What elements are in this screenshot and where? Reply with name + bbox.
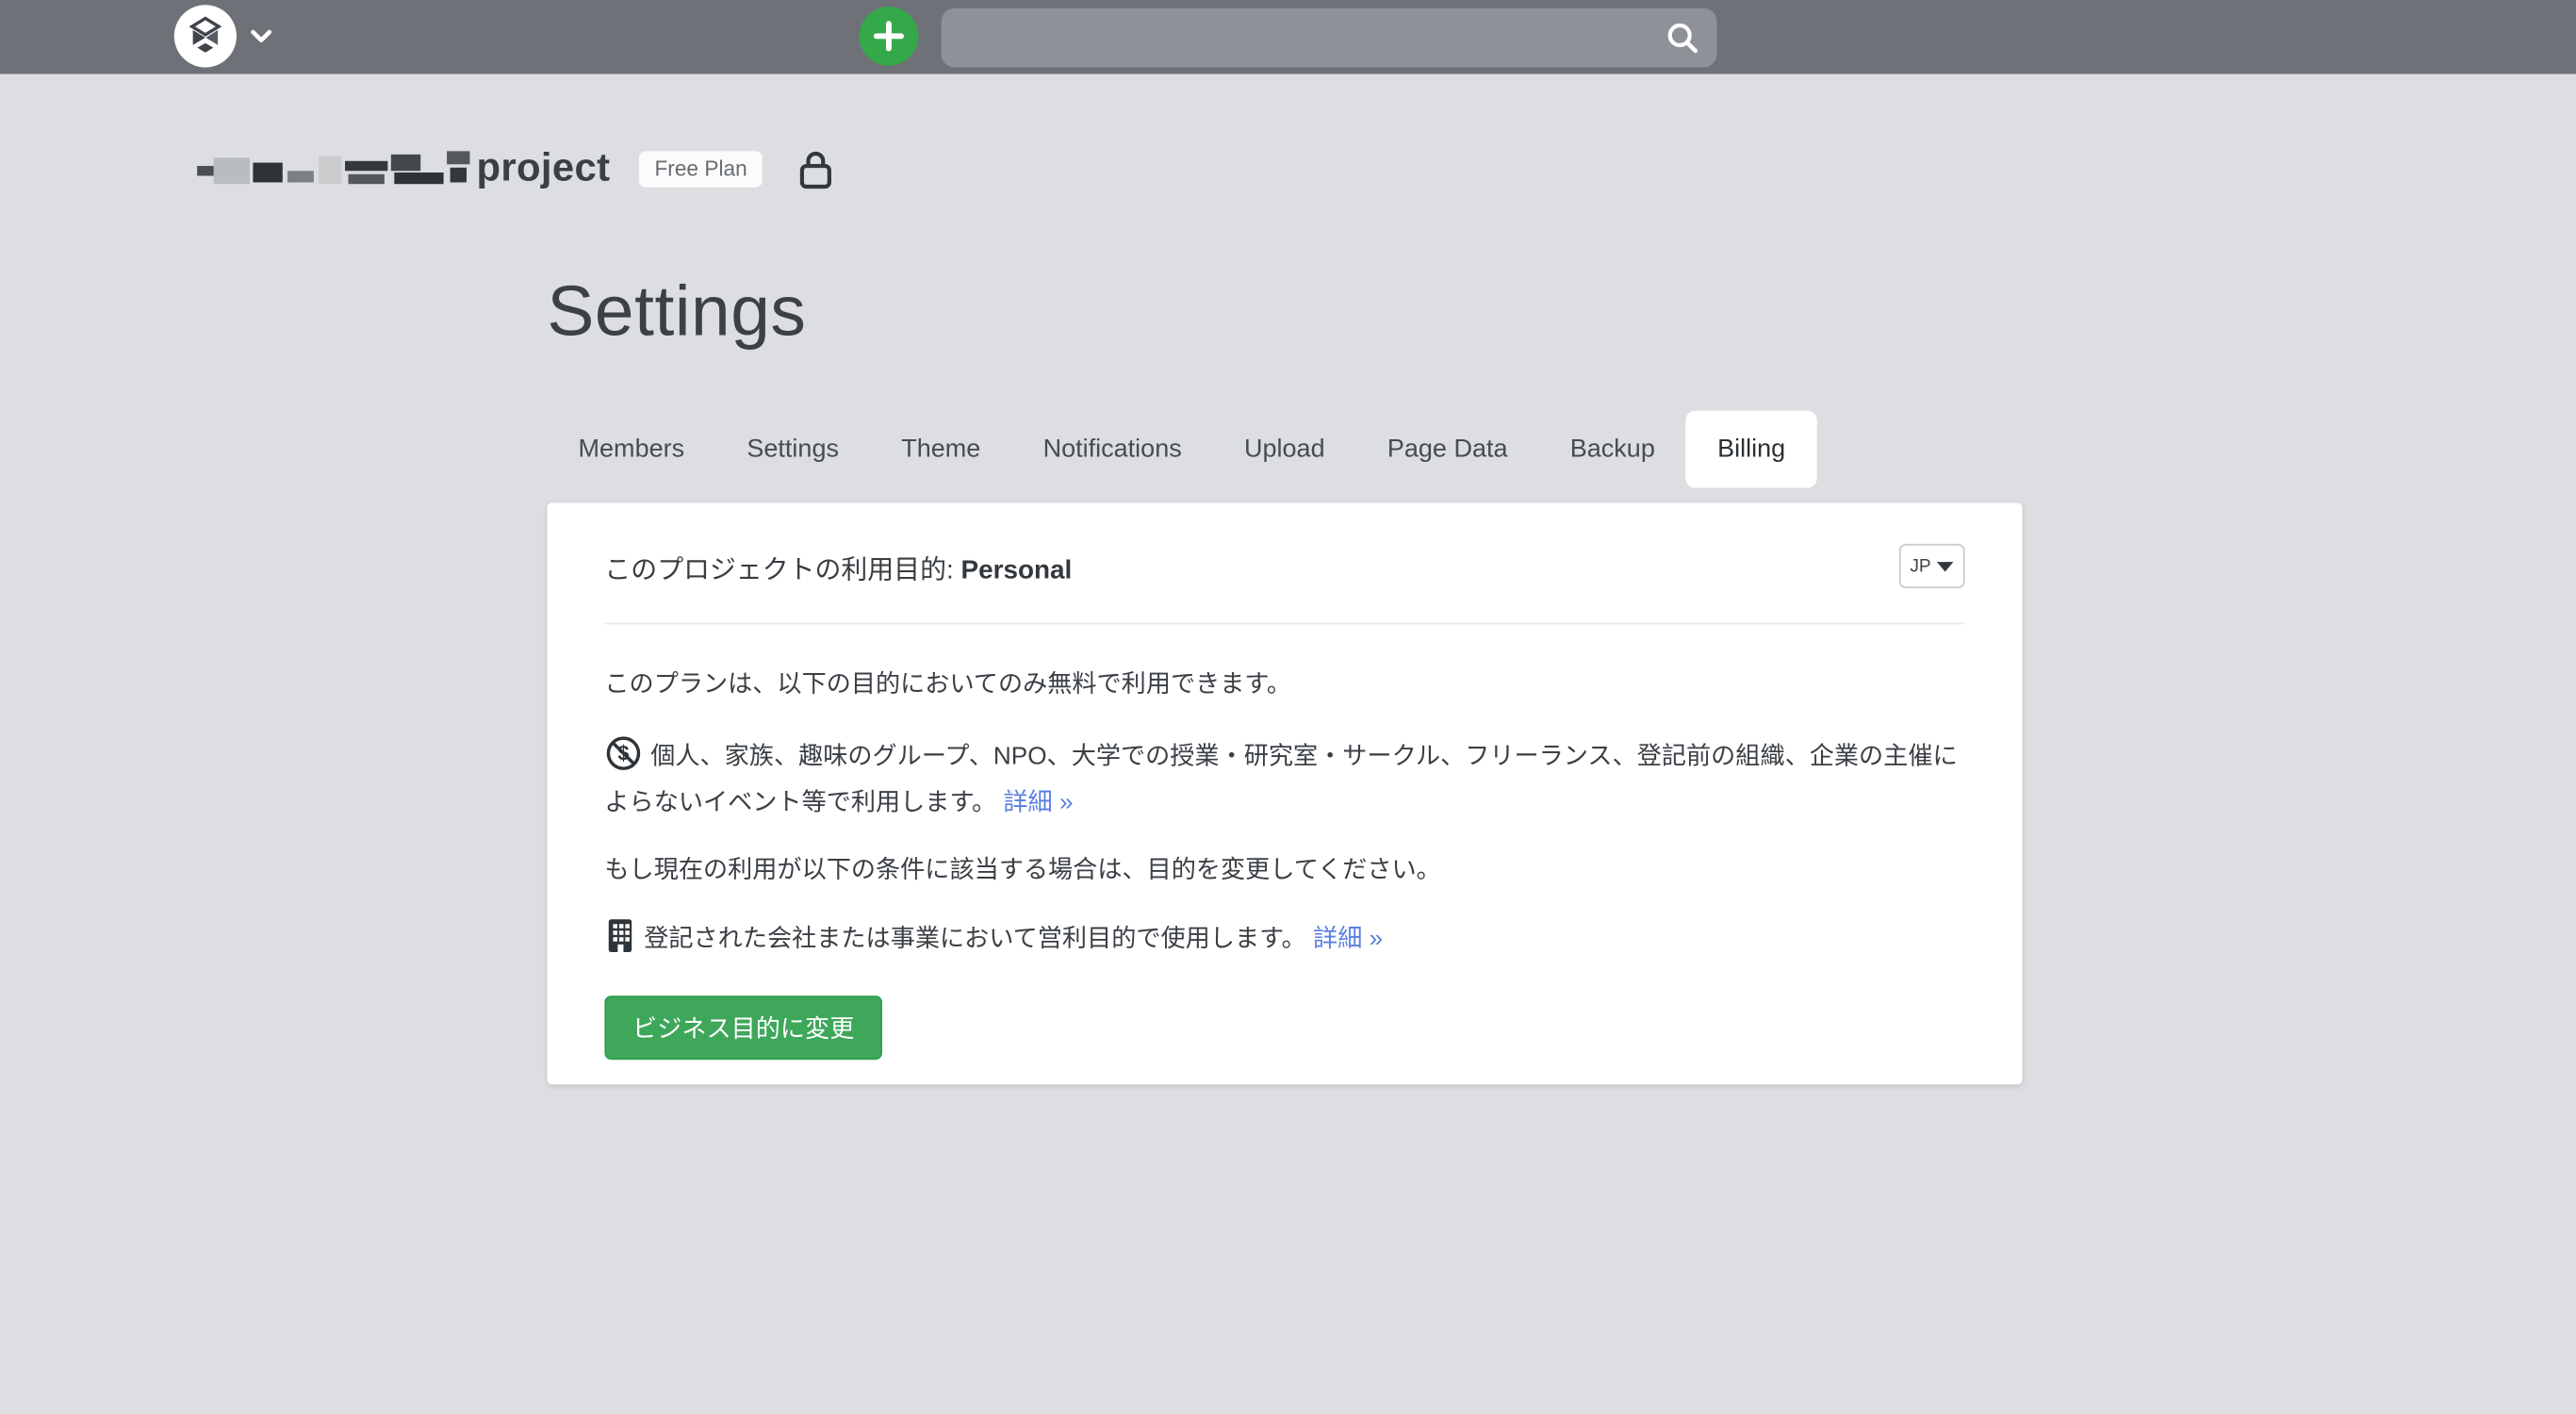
personal-detail-link[interactable]: 詳細 » bbox=[1003, 789, 1073, 817]
project-purpose: このプロジェクトの利用目的: Personal bbox=[604, 547, 1072, 586]
scrapbox-logo-glyph bbox=[184, 15, 226, 58]
personal-use-item: $ 個人、家族、趣味のグループ、NPO、大学での授業・研究室・サークル、フリーラ… bbox=[604, 734, 1964, 821]
language-selector[interactable]: JP bbox=[1899, 544, 1965, 588]
search-bar[interactable] bbox=[942, 8, 1717, 68]
chevron-down-icon[interactable] bbox=[250, 28, 272, 44]
top-navbar bbox=[0, 0, 2576, 74]
no-money-icon: $ bbox=[604, 734, 642, 783]
project-switcher[interactable] bbox=[174, 5, 273, 67]
billing-header: このプロジェクトの利用目的: Personal JP bbox=[604, 502, 1964, 588]
caret-down-icon bbox=[1938, 561, 1954, 570]
project-header: project Free Plan bbox=[197, 144, 832, 193]
purpose-value: Personal bbox=[960, 556, 1072, 584]
business-detail-link[interactable]: 詳細 » bbox=[1313, 925, 1383, 953]
tab-backup[interactable]: Backup bbox=[1539, 411, 1686, 488]
private-lock-icon bbox=[798, 149, 833, 190]
tab-upload[interactable]: Upload bbox=[1213, 411, 1356, 488]
search-input[interactable] bbox=[942, 8, 1665, 68]
plus-icon bbox=[871, 18, 907, 54]
divider bbox=[604, 623, 1964, 625]
settings-tabs: Members Settings Theme Notifications Upl… bbox=[547, 411, 1816, 488]
project-title: project bbox=[476, 146, 610, 192]
personal-use-text: 個人、家族、趣味のグループ、NPO、大学での授業・研究室・サークル、フリーランス… bbox=[604, 743, 1957, 816]
tab-members[interactable]: Members bbox=[547, 411, 715, 488]
tab-theme[interactable]: Theme bbox=[870, 411, 1011, 488]
business-use-item: 登記された会社または事業において営利目的で使用します。 詳細 » bbox=[604, 917, 1964, 966]
search-icon[interactable] bbox=[1665, 20, 1700, 56]
change-condition-note: もし現在の利用が以下の条件に該当する場合は、目的を変更してください。 bbox=[604, 851, 1964, 889]
app-logo-icon[interactable] bbox=[174, 5, 237, 67]
tab-billing[interactable]: Billing bbox=[1686, 411, 1816, 488]
billing-panel: このプロジェクトの利用目的: Personal JP このプランは、以下の目的に… bbox=[547, 502, 2022, 1084]
new-page-button[interactable] bbox=[860, 7, 919, 66]
page-title: Settings bbox=[547, 272, 806, 353]
tab-page-data[interactable]: Page Data bbox=[1356, 411, 1539, 488]
language-code: JP bbox=[1910, 556, 1930, 576]
business-use-text: 登記された会社または事業において営利目的で使用します。 bbox=[644, 925, 1306, 953]
plan-badge: Free Plan bbox=[640, 151, 763, 187]
page-root: project Free Plan Settings Members Setti… bbox=[0, 0, 2576, 1414]
purpose-label: このプロジェクトの利用目的: bbox=[604, 556, 960, 584]
tab-settings[interactable]: Settings bbox=[715, 411, 870, 488]
plan-intro-text: このプランは、以下の目的においてのみ無料で利用できます。 bbox=[604, 666, 1964, 703]
building-icon bbox=[604, 917, 635, 966]
redacted-project-name bbox=[197, 151, 469, 187]
change-to-business-button[interactable]: ビジネス目的に変更 bbox=[604, 995, 882, 1060]
tab-notifications[interactable]: Notifications bbox=[1011, 411, 1212, 488]
